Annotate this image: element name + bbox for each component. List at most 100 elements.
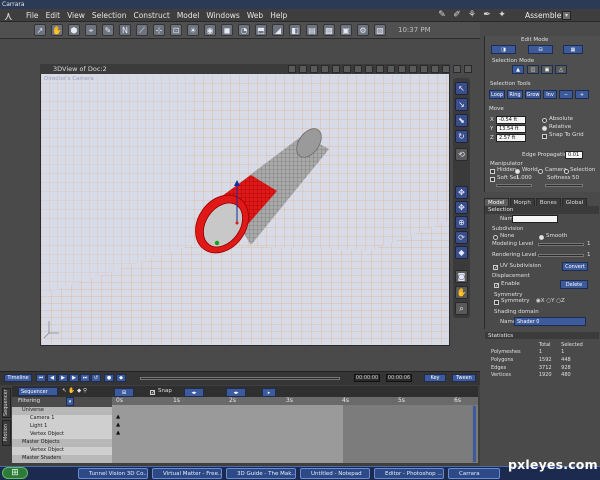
room-render-icon[interactable]: ✦ (496, 10, 508, 20)
menu-file[interactable]: File (26, 10, 39, 22)
selection-section-header[interactable]: Selection (485, 206, 599, 214)
edge-propagation-field[interactable]: 0.01 (565, 151, 583, 159)
view-shading-icon[interactable] (365, 65, 373, 73)
pen-tool-icon[interactable]: ✎ (102, 24, 114, 36)
keyframe-icon[interactable]: ▲ (116, 430, 120, 436)
selection-radio[interactable] (564, 169, 569, 174)
current-time-field[interactable]: 00:00:00 (354, 374, 380, 382)
menu-model[interactable]: Model (177, 10, 200, 22)
camera-radio[interactable] (538, 169, 543, 174)
softness-slider[interactable] (545, 184, 583, 187)
menu-windows[interactable]: Windows (206, 10, 239, 22)
time-extra-button[interactable]: ▸ (262, 388, 276, 397)
edit-mode-vertex-button[interactable]: ◨ (491, 45, 516, 54)
view-front-icon[interactable] (288, 65, 296, 73)
select-arrow-icon[interactable]: ↖ (455, 82, 468, 95)
rendering-level-slider[interactable] (538, 254, 584, 257)
extrude-tool-icon[interactable]: ⬒ (255, 24, 267, 36)
orbit-icon[interactable]: ↻ (455, 130, 468, 143)
view-more-icon[interactable] (420, 65, 428, 73)
lathe-tool-icon[interactable]: ◔ (238, 24, 250, 36)
shading-domain-select[interactable]: Shader 0 (514, 317, 586, 326)
ring-button[interactable]: Ring (507, 90, 523, 99)
move-camera-icon[interactable]: ⬊ (455, 114, 468, 127)
paint-tool-icon[interactable]: ◢ (272, 24, 284, 36)
menu-web[interactable]: Web (247, 10, 263, 22)
bend-tool-icon[interactable]: N (119, 24, 131, 36)
reset-view-icon[interactable]: ◆ (455, 246, 468, 259)
snap-to-grid-checkbox[interactable] (542, 134, 547, 139)
hidden-checkbox[interactable] (490, 169, 495, 174)
go-start-icon[interactable]: ⏮ (36, 374, 46, 382)
symmetry-checkbox[interactable] (494, 300, 499, 305)
view-end-icon[interactable] (464, 65, 472, 73)
transform-tool-icon[interactable]: ⊹ (153, 24, 165, 36)
displacement-enable-checkbox[interactable]: ✓ (494, 283, 499, 289)
tree-row[interactable]: Vertex Object (12, 431, 112, 439)
taskbar-item[interactable]: 3D Guide - The Mak... (226, 468, 296, 479)
scene-tool-icon[interactable]: ▣ (340, 24, 352, 36)
record-icon[interactable]: ● (104, 374, 114, 382)
room-texture-icon[interactable]: ✒ (481, 10, 493, 20)
time-scrubber[interactable] (140, 377, 340, 380)
room-storyboard-icon[interactable]: ⚘ (466, 10, 478, 20)
edit-mode-face-button[interactable]: ▦ (563, 45, 583, 54)
window-tool-icon[interactable]: ▧ (374, 24, 386, 36)
expand-button[interactable]: + (575, 90, 589, 99)
soft-sel-checkbox[interactable] (490, 177, 495, 182)
taskbar-item[interactable]: Carrara (448, 468, 500, 479)
view-top-icon[interactable] (310, 65, 318, 73)
hand-pan-icon[interactable]: ✋ (455, 286, 468, 299)
viewport-3d[interactable] (40, 64, 450, 346)
invert-button[interactable]: Inv (543, 90, 557, 99)
soft-sel-slider[interactable] (496, 184, 532, 187)
view-side-icon[interactable] (299, 65, 307, 73)
zoom-in-icon[interactable]: ⊕ (455, 216, 468, 229)
menu-selection[interactable]: Selection (92, 10, 127, 22)
scale-tool-icon[interactable]: ⬢ (68, 24, 80, 36)
relative-radio[interactable] (542, 126, 547, 131)
keyframe-icon[interactable]: ▲ (116, 414, 120, 420)
loop-button[interactable]: Loop (489, 90, 505, 99)
shrink-button[interactable]: − (559, 90, 573, 99)
taskbar-item[interactable]: Untitled - Notepad (300, 468, 370, 479)
view-close-icon[interactable] (431, 65, 439, 73)
edit-mode-edge-button[interactable]: ⊟ (528, 45, 553, 54)
render-tool-icon[interactable]: ▩ (323, 24, 335, 36)
scale-box-tool-icon[interactable]: ⊡ (170, 24, 182, 36)
time-nav-button[interactable]: ◂▸ (184, 388, 204, 397)
sequencer-tools[interactable]: ↖ ✋ ◆ ⚲ (62, 388, 87, 394)
view-render-icon[interactable] (343, 65, 351, 73)
room-model-icon[interactable]: ✐ (451, 10, 463, 20)
taskbar-item[interactable]: Virtual Matter - Free... (152, 468, 222, 479)
options-tool-icon[interactable]: ⚙ (357, 24, 369, 36)
key-icon[interactable]: ◆ (116, 374, 126, 382)
tree-row[interactable]: Light 1 (12, 423, 112, 431)
modeling-level-slider[interactable] (538, 243, 584, 246)
play-icon[interactable]: ▶ (58, 374, 68, 382)
end-time-field[interactable]: 00:00:06 (386, 374, 412, 382)
knife-tool-icon[interactable]: ⟋ (136, 24, 148, 36)
timeline-vertical-scrollbar[interactable] (472, 405, 477, 463)
move-tool-icon[interactable]: ↗ (34, 24, 46, 36)
cube-tool-icon[interactable]: ◼ (221, 24, 233, 36)
view-maximize-icon[interactable] (442, 65, 450, 73)
view-layout-icon[interactable] (387, 65, 395, 73)
view-camera-icon[interactable] (321, 65, 329, 73)
view-menu-icon[interactable] (409, 65, 417, 73)
select-face-icon[interactable]: ▣ (541, 65, 553, 74)
view-options-icon[interactable] (376, 65, 384, 73)
key-button[interactable]: Key (424, 374, 446, 382)
symmetry-axis-options[interactable]: ◉X ○Y ○Z (536, 298, 565, 304)
menu-view[interactable]: View (67, 10, 85, 22)
tween-button[interactable]: Tween (452, 374, 476, 382)
menu-help[interactable]: Help (270, 10, 287, 22)
tree-row[interactable]: Master Objects (12, 439, 112, 447)
track-up-icon[interactable]: ✥ (455, 186, 468, 199)
filtering-dropdown-icon[interactable]: ▾ (66, 397, 74, 406)
select-vertex-icon[interactable]: ▲ (512, 65, 524, 74)
timeline-panel-button[interactable]: Timeline (4, 374, 32, 382)
sequencer-select[interactable]: Sequencer (18, 387, 58, 396)
zoom-fit-button[interactable]: ⊞ (114, 388, 134, 397)
room-menu-arrow-icon[interactable]: ▾ (562, 11, 571, 20)
